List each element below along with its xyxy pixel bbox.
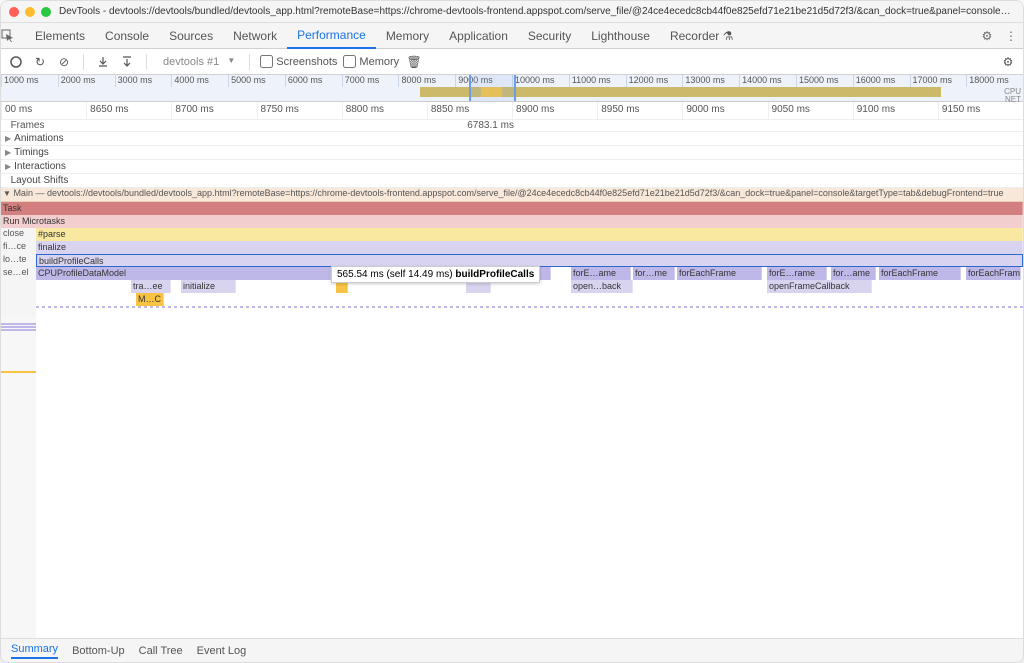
flame-foreach[interactable]: forEachFrame (677, 267, 762, 280)
flame-traee[interactable]: tra…ee (131, 280, 171, 293)
gutter-strips (1, 317, 36, 638)
tab-sources[interactable]: Sources (159, 23, 223, 49)
chevron-down-icon: ▼ (227, 56, 235, 65)
profile-select[interactable]: devtools #1 ▼ (157, 54, 239, 70)
flame-microtasks[interactable]: Run Microtasks (1, 215, 1023, 228)
tab-lighthouse[interactable]: Lighthouse (581, 23, 660, 49)
net-label: NET (1005, 95, 1021, 104)
timeline-overview[interactable]: 1000 ms2000 ms3000 ms4000 ms5000 ms6000 … (1, 75, 1023, 102)
trash-icon[interactable]: 🗑 (405, 53, 423, 71)
screenshots-checkbox[interactable]: Screenshots (260, 55, 337, 68)
frames-track[interactable]: Frames 6783.1 ms (1, 120, 1023, 132)
main-track-header[interactable]: ▼ Main — devtools://devtools/bundled/dev… (1, 188, 1023, 202)
flame-cpuprofiledatamodel[interactable]: CPUProfileDataModel (36, 267, 331, 280)
flask-icon: ⚗ (723, 29, 734, 43)
capture-settings-icon[interactable]: ⚙ (999, 53, 1017, 71)
chevron-down-icon: ▼ (3, 189, 11, 198)
flame-parse[interactable]: #parse (36, 228, 1023, 241)
flame-finalize[interactable]: finalize (36, 241, 1023, 254)
bottom-tab-calltree[interactable]: Call Tree (139, 645, 183, 657)
flame-foreach[interactable]: forEachFrame (879, 267, 961, 280)
maximize-window-icon[interactable] (41, 7, 51, 17)
flame-initialize[interactable]: initialize (181, 280, 236, 293)
flame-tooltip: 565.54 ms (self 14.49 ms) buildProfileCa… (331, 266, 540, 283)
overview-selection[interactable] (469, 75, 516, 101)
clear-button[interactable]: ⊘ (55, 53, 73, 71)
tab-memory[interactable]: Memory (376, 23, 439, 49)
flame-chart[interactable]: close fi…ce lo…te se…el Task Run Microta… (1, 202, 1023, 317)
inspect-icon[interactable] (1, 29, 25, 43)
close-window-icon[interactable] (9, 7, 19, 17)
chevron-right-icon: ▶ (5, 134, 11, 143)
layout-shifts-track[interactable]: Layout Shifts (1, 174, 1023, 188)
chevron-right-icon: ▶ (5, 162, 11, 171)
timings-track[interactable]: ▶Timings (1, 146, 1023, 160)
settings-icon[interactable]: ⚙ (975, 29, 999, 43)
reload-button[interactable]: ↻ (31, 53, 49, 71)
flame-foreach[interactable]: forE…ame (571, 267, 631, 280)
bottom-tab-eventlog[interactable]: Event Log (197, 645, 247, 657)
minimize-window-icon[interactable] (25, 7, 35, 17)
record-button[interactable] (7, 53, 25, 71)
more-icon[interactable]: ⋮ (999, 29, 1023, 43)
flame-foreach[interactable]: forE…rame (767, 267, 827, 280)
save-profile-button[interactable] (118, 53, 136, 71)
flame-foreach[interactable]: for…me (633, 267, 675, 280)
animations-track[interactable]: ▶Animations (1, 132, 1023, 146)
chevron-right-icon: ▶ (5, 148, 11, 157)
flame-foreach[interactable]: for…ame (831, 267, 876, 280)
flame-mc[interactable]: M…C (136, 293, 164, 306)
tab-recorder[interactable]: Recorder ⚗ (660, 23, 743, 49)
bottom-tab-summary[interactable]: Summary (11, 643, 58, 659)
window-title: DevTools - devtools://devtools/bundled/d… (59, 6, 1015, 17)
details-pane (1, 317, 1023, 638)
flame-foreach[interactable]: forEachFrame (966, 267, 1021, 280)
window-controls[interactable] (9, 7, 51, 17)
flame-task[interactable]: Task (1, 202, 1023, 215)
flame-openframecallback[interactable]: openFrameCallback (767, 280, 872, 293)
load-profile-button[interactable] (94, 53, 112, 71)
interactions-track[interactable]: ▶Interactions (1, 160, 1023, 174)
tab-security[interactable]: Security (518, 23, 581, 49)
bottom-tabs: Summary Bottom-Up Call Tree Event Log (1, 638, 1023, 662)
tab-performance[interactable]: Performance (287, 23, 376, 49)
devtools-tabs: Elements Console Sources Network Perform… (1, 23, 1023, 49)
bottom-tab-bottomup[interactable]: Bottom-Up (72, 645, 125, 657)
frame-time: 6783.1 ms (467, 120, 514, 131)
memory-checkbox[interactable]: Memory (343, 55, 399, 68)
flame-openback[interactable]: open…back (571, 280, 633, 293)
window-titlebar: DevTools - devtools://devtools/bundled/d… (1, 1, 1023, 23)
tab-application[interactable]: Application (439, 23, 518, 49)
tab-network[interactable]: Network (223, 23, 287, 49)
performance-toolbar: ↻ ⊘ devtools #1 ▼ Screenshots Memory 🗑 ⚙ (1, 49, 1023, 75)
tab-elements[interactable]: Elements (25, 23, 95, 49)
tab-console[interactable]: Console (95, 23, 159, 49)
detail-ruler[interactable]: 00 ms8650 ms8700 ms8750 ms8800 ms8850 ms… (1, 102, 1023, 120)
